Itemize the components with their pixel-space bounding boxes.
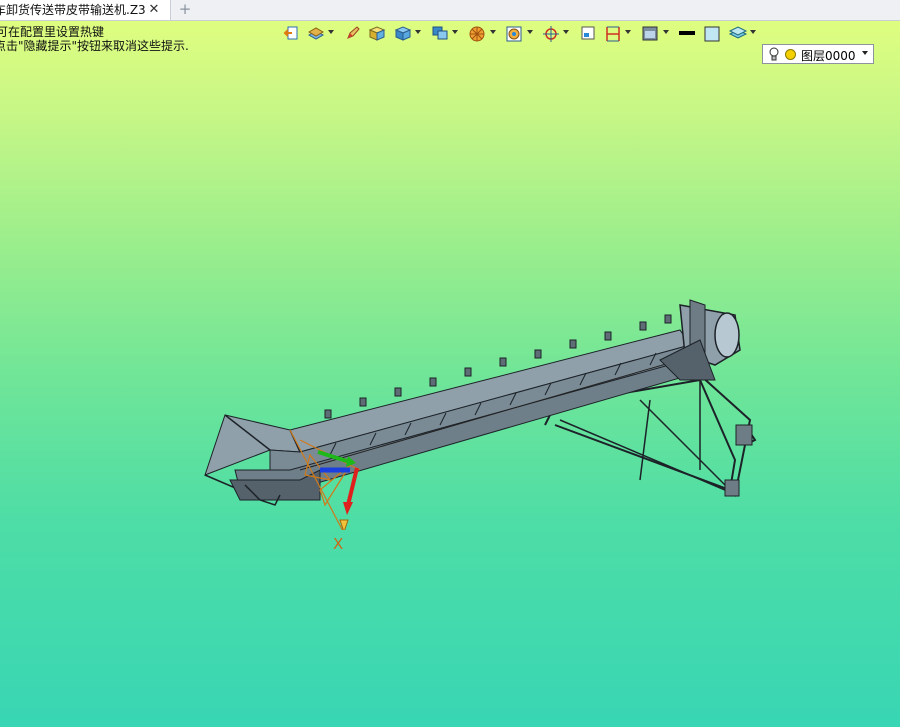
layer-color-icon [785, 49, 796, 60]
document-tab[interactable]: 车卸货传送带皮带输送机.Z3 ✕ [0, 0, 171, 20]
x-axis-label: X [333, 535, 344, 553]
document-tab-title[interactable]: 车卸货传送带皮带输送机.Z3 [0, 0, 146, 20]
tab-bar: 车卸货传送带皮带输送机.Z3 ✕ + [0, 0, 900, 21]
view-toolbar: 图层0000 [0, 22, 900, 64]
shaded-box-icon[interactable] [394, 25, 412, 43]
solid-view-icon[interactable] [368, 25, 386, 43]
layer-select-value: 图层0000 [801, 49, 856, 63]
frame-icon[interactable] [580, 25, 596, 43]
exit-sketch-icon[interactable] [283, 25, 299, 43]
lightbulb-icon[interactable] [769, 47, 779, 66]
display-filter-icon[interactable] [468, 25, 486, 43]
fill-color-icon[interactable] [703, 25, 721, 43]
view-orient-icon[interactable] [431, 25, 449, 43]
new-tab-button[interactable]: + [178, 0, 192, 19]
layer-select[interactable]: 图层0000 [762, 44, 874, 64]
stack-icon[interactable] [728, 25, 748, 43]
close-tab-icon[interactable]: ✕ [147, 0, 161, 20]
snap-target-icon[interactable] [542, 25, 560, 43]
layer-manager-icon[interactable] [641, 25, 659, 43]
line-color-icon[interactable] [678, 25, 696, 43]
render-mode-icon[interactable] [505, 25, 523, 43]
chevron-down-icon[interactable] [862, 51, 868, 55]
layers-view-icon[interactable] [307, 25, 325, 43]
dimension-icon[interactable] [604, 25, 622, 43]
conveyor-model[interactable] [200, 290, 770, 530]
pencil-icon[interactable] [345, 25, 361, 43]
